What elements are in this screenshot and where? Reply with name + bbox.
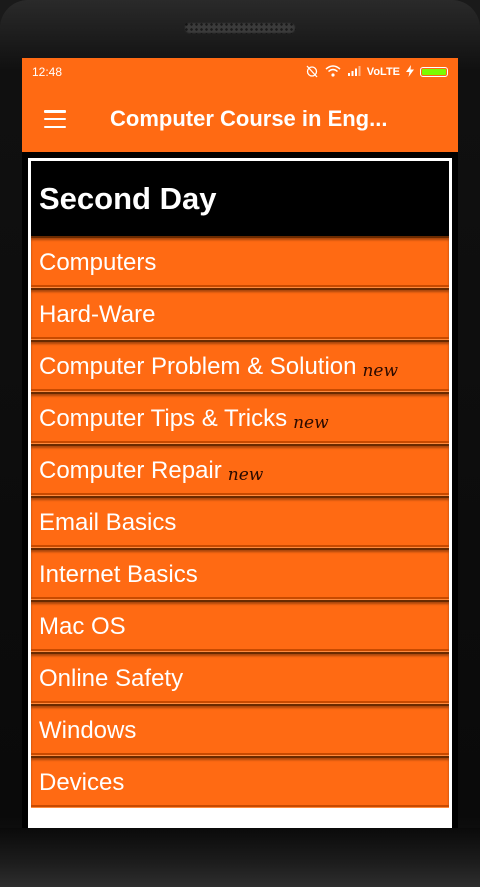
app-title: Computer Course in Eng... (110, 106, 388, 131)
list-item[interactable]: Computer Problem & Solution new (31, 340, 449, 392)
list-item[interactable]: Mac OS (31, 600, 449, 652)
list-item-label: Computer Tips & Tricks (39, 404, 288, 432)
list-item[interactable]: Computer Repair new (31, 444, 449, 496)
list-item-label: Online Safety (39, 664, 184, 692)
battery-icon (420, 67, 448, 77)
course-list: Computers Hard-Ware Computer Problem & Sol… (31, 236, 449, 808)
signal-icon (347, 65, 361, 79)
app-bar: Computer Course in Eng... (22, 86, 458, 152)
network-label: VoLTE (366, 66, 400, 78)
list-item[interactable]: Internet Basics (31, 548, 449, 600)
new-badge: new (293, 412, 329, 433)
alarm-off-icon (305, 64, 319, 81)
list-item[interactable]: Windows (31, 704, 449, 756)
list-item-label: Internet Basics (39, 560, 198, 588)
new-badge: new (227, 464, 264, 485)
list-item-label: Email Basics (39, 508, 177, 536)
screen: 12:48 VoLTE Computer Course in Eng... Se… (22, 58, 458, 828)
list-item-label: Computer Repair (39, 456, 222, 484)
list-item[interactable]: Hard-Ware (31, 288, 449, 340)
charging-icon (406, 64, 414, 80)
list-item[interactable]: Online Safety (31, 652, 449, 704)
new-badge: new (362, 360, 399, 381)
bottom-bezel (0, 828, 480, 887)
list-item[interactable]: Computer Tips & Tricks new (31, 392, 449, 444)
status-icons: VoLTE (305, 64, 448, 81)
hamburger-menu-icon[interactable] (44, 110, 66, 128)
list-item-label: Windows (39, 716, 137, 744)
section-title: Second Day (31, 161, 449, 236)
phone-frame: 12:48 VoLTE Computer Course in Eng... Se… (0, 0, 480, 887)
status-time: 12:48 (32, 65, 63, 79)
list-item-label: Hard-Ware (39, 300, 156, 328)
list-item[interactable]: Devices (31, 756, 449, 808)
wifi-icon (325, 64, 341, 80)
speaker-grille (184, 22, 296, 34)
list-item-label: Mac OS (39, 612, 126, 640)
course-list-panel: Second Day Computers Hard-Ware Computer Pr… (28, 158, 452, 828)
list-item[interactable]: Computers (31, 236, 449, 288)
list-item[interactable]: Email Basics (31, 496, 449, 548)
list-item-label: Computers (39, 248, 157, 276)
list-item-label: Devices (39, 768, 125, 796)
list-item-label: Computer Problem & Solution (39, 352, 357, 380)
status-bar: 12:48 VoLTE (22, 58, 458, 86)
